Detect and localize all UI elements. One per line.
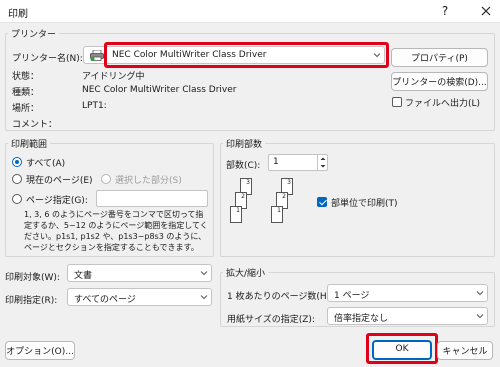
copies-spinner[interactable] (317, 155, 327, 170)
printer-name-highlight (104, 42, 389, 68)
range-current-radio[interactable] (12, 174, 22, 184)
copies-count-input[interactable]: 1 (268, 154, 328, 171)
status-label: 状態： (12, 72, 40, 82)
find-printer-button-label: プリンターの検索(D)... (392, 78, 487, 88)
title-bar: 印刷 ? (0, 0, 500, 23)
options-button[interactable]: オプション(O)... (5, 341, 75, 360)
print-to-file-checkbox[interactable] (392, 97, 402, 107)
status-value: アイドリング中 (82, 72, 145, 82)
page-icon: 1 (271, 206, 283, 223)
chevron-down-icon (200, 293, 208, 301)
properties-button[interactable]: プロパティ(P) (391, 48, 488, 67)
ok-button-highlight (366, 333, 438, 364)
help-button[interactable]: ? (434, 2, 456, 20)
comment-label: コメント： (12, 120, 58, 130)
close-icon[interactable] (476, 1, 496, 21)
range-pages-input[interactable] (96, 190, 208, 207)
chevron-down-icon (200, 269, 208, 277)
printer-icon (90, 49, 104, 64)
copies-group-label: 印刷部数 (223, 137, 266, 150)
scale-label: 用紙サイズの指定(Z): (227, 315, 315, 325)
printer-name-label: プリンター名(N): (12, 54, 83, 64)
printer-group-label: プリンター (8, 27, 60, 40)
cancel-button-label: キャンセル (442, 347, 488, 357)
spinner-arrows-icon (320, 157, 326, 168)
range-help-line: 定するか、5−12 のようにページ範囲を指定してく (24, 221, 208, 230)
range-help-text: 1, 3, 6 のようにページ番号をコンマで区切って指 定するか、5−12 のよ… (24, 209, 208, 253)
window-title: 印刷 (8, 9, 28, 20)
print-dialog: 印刷 ? プリンター プリンター名(N): NEC Color MultiWri… (0, 0, 500, 367)
location-label: 場所： (12, 104, 40, 114)
copies-count-value: 1 (273, 157, 279, 167)
pages-per-sheet-value: 1 ページ (334, 291, 370, 301)
range-selection-radio (101, 174, 111, 184)
range-current-label: 現在のページ(E) (26, 176, 93, 186)
print-what-select[interactable]: 文書 (67, 264, 212, 282)
range-pages-radio[interactable] (12, 194, 22, 204)
range-help-line: ださい。p1s1, p1s2 や、p1s3−p8s3 のように、 (24, 232, 207, 241)
print-what-value: 文書 (74, 271, 93, 281)
range-selection-label: 選択した部分(S) (115, 176, 182, 186)
find-printer-button[interactable]: プリンターの検索(D)... (391, 72, 488, 91)
properties-button-label: プロパティ(P) (411, 54, 468, 64)
pages-per-sheet-label: 1 枚あたりのページ数(H): (227, 292, 334, 302)
print-range-group-label: 印刷範囲 (8, 137, 51, 150)
chevron-down-icon (476, 289, 484, 297)
print-option-value: すべてのページ (74, 295, 136, 305)
range-help-line: 1, 3, 6 のようにページ番号をコンマで区切って指 (24, 210, 204, 219)
copies-count-label: 部数(C): (226, 161, 261, 171)
collate-label: 部単位で印刷(T) (331, 199, 398, 209)
options-button-label: オプション(O)... (6, 347, 74, 357)
print-to-file-label: ファイルへ出力(L) (405, 99, 481, 109)
location-value: LPT1: (82, 101, 107, 111)
scale-value: 倍率指定なし (334, 314, 389, 324)
print-option-select[interactable]: すべてのページ (67, 288, 212, 306)
collate-checkbox[interactable] (317, 197, 327, 207)
pages-per-sheet-select[interactable]: 1 ページ (327, 284, 488, 302)
cancel-button[interactable]: キャンセル (437, 341, 493, 360)
range-help-line: ページとセクションを指定することもできます。 (24, 243, 199, 252)
type-value: NEC Color MultiWriter Class Driver (82, 85, 237, 95)
print-option-label: 印刷指定(R): (5, 296, 58, 306)
page-icon: 1 (230, 206, 242, 223)
zoom-group-label: 拡大/縮小 (223, 266, 269, 279)
print-what-label: 印刷対象(W): (5, 273, 60, 283)
range-all-label: すべて(A) (26, 159, 66, 169)
scale-select[interactable]: 倍率指定なし (327, 307, 488, 325)
range-all-radio[interactable] (12, 157, 22, 167)
chevron-down-icon (476, 312, 484, 320)
type-label: 種類： (12, 88, 40, 98)
range-pages-label: ページ指定(G): (26, 196, 88, 206)
